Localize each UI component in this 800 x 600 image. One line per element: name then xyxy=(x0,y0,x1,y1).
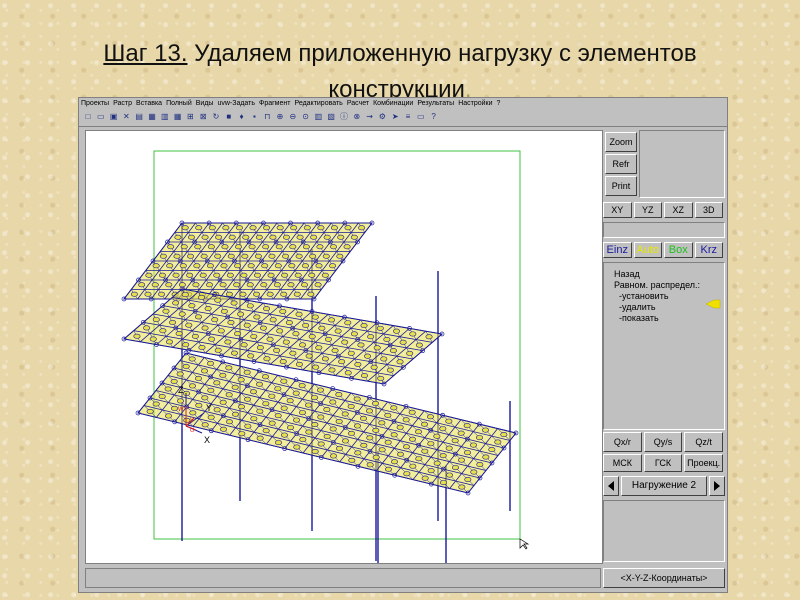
table-icon[interactable]: ▥ xyxy=(313,112,323,122)
arrow-left-icon xyxy=(608,481,614,491)
frame-icon[interactable]: ⊓ xyxy=(262,112,272,122)
zoom-in-icon[interactable]: ⊕ xyxy=(275,112,285,122)
load-icon[interactable]: ⇝ xyxy=(365,112,375,122)
stop-icon[interactable]: ⊗ xyxy=(352,112,362,122)
zoom-button[interactable]: Zoom xyxy=(605,132,637,152)
coord-button-проекц[interactable]: Проекц. xyxy=(684,454,723,472)
model-viewport[interactable]: Z Y X W V U xyxy=(85,130,603,600)
coord-button-мск[interactable]: МСК xyxy=(603,454,642,472)
view-button-3d[interactable]: 3D xyxy=(694,202,723,218)
top-slab xyxy=(121,220,375,302)
prev-load-button[interactable] xyxy=(603,476,619,496)
preview-panel xyxy=(639,130,725,198)
menu-item[interactable]: ? xyxy=(495,98,503,110)
blank-panel-1 xyxy=(603,222,725,238)
coord-button-гск[interactable]: ГСК xyxy=(643,454,683,472)
menu-item[interactable]: Вставка xyxy=(134,98,164,110)
y-axis-label: Y xyxy=(206,403,212,413)
menu-item[interactable]: Проекты xyxy=(79,98,111,110)
zoom-all-icon[interactable]: ⊙ xyxy=(301,112,311,122)
menu-item[interactable]: Виды xyxy=(194,98,216,110)
u-axis-label: U xyxy=(190,428,194,434)
layers-icon[interactable]: ▭ xyxy=(416,112,426,122)
load-case-field[interactable]: Нагружение 2 xyxy=(621,476,707,496)
arrow-icon[interactable]: ➤ xyxy=(390,112,400,122)
command-menu-item[interactable]: -показать xyxy=(614,313,724,324)
force-button-qys[interactable]: Qy/s xyxy=(643,432,683,452)
mode-button-auto[interactable]: Auto xyxy=(633,242,662,258)
toolbar: □ ▭ ▣ ✕ ▤ ▦ ▥ ▦ ⊞ ⊠ ↻ ■ ♦ ▪ ⊓ ⊕ ⊖ ⊙ ▥ ▧ ⓘ ⊗ ⇝ ⚙ ➤ ≡ ▭? xyxy=(79,110,727,127)
menu-item[interactable]: Настройки xyxy=(456,98,494,110)
select-icon[interactable]: ⊞ xyxy=(185,112,195,122)
force-button-qxr[interactable]: Qx/r xyxy=(603,432,642,452)
grid-icon[interactable]: ▦ xyxy=(173,112,183,122)
new-icon[interactable]: □ xyxy=(83,112,93,122)
menu-item[interactable]: Растр xyxy=(111,98,134,110)
force-button-qzt[interactable]: Qz/t xyxy=(684,432,723,452)
color-icon[interactable]: ■ xyxy=(224,112,234,122)
w-axis-label: W xyxy=(178,407,184,413)
title-text: Удаляем приложенную нагрузку с элементов… xyxy=(194,40,697,103)
command-menu-panel: Назад Равном. распредел.: -установить -уд… xyxy=(603,262,725,430)
zoom-out-icon[interactable]: ⊖ xyxy=(288,112,298,122)
mode-button-box[interactable]: Box xyxy=(664,242,693,258)
graph-icon[interactable]: ▧ xyxy=(326,112,336,122)
app-window: Проекты Растр Вставка Полный Виды uvw-Задать Ф… xyxy=(78,97,728,600)
menu-item[interactable]: Результаты xyxy=(415,98,456,110)
command-menu-list: Назад Равном. распредел.: -установить -уд… xyxy=(604,263,724,324)
paste-icon[interactable]: ▦ xyxy=(147,112,157,122)
measure-icon[interactable]: ⊠ xyxy=(198,112,208,122)
align-icon[interactable]: ≡ xyxy=(403,112,413,122)
info-icon[interactable]: ⓘ xyxy=(339,112,349,122)
menu-item[interactable]: Полный xyxy=(164,98,194,110)
save-icon[interactable]: ▣ xyxy=(109,112,119,122)
view-button-xy[interactable]: XY xyxy=(603,202,632,218)
x-axis-label: X xyxy=(204,435,210,445)
status-bar xyxy=(85,568,601,588)
print-icon[interactable]: ▥ xyxy=(160,112,170,122)
menu-item[interactable]: Расчет xyxy=(345,98,371,110)
view-button-xz[interactable]: XZ xyxy=(664,202,693,218)
refr-button[interactable]: Refr xyxy=(605,154,637,174)
copy-icon[interactable]: ▤ xyxy=(134,112,144,122)
mode-button-krz[interactable]: Krz xyxy=(694,242,723,258)
cut-icon[interactable]: ✕ xyxy=(121,112,131,122)
menu-item[interactable]: Редактировать xyxy=(292,98,344,110)
arrow-right-icon xyxy=(714,481,720,491)
help-icon[interactable]: ? xyxy=(429,112,439,122)
print-button[interactable]: Print xyxy=(605,176,637,196)
menu-item[interactable]: uvw-Задать xyxy=(215,98,257,110)
menu-item[interactable]: Фрагмент xyxy=(257,98,292,110)
settings-icon[interactable]: ⚙ xyxy=(377,112,387,122)
info-panel xyxy=(603,500,725,562)
right-control-panel: Zoom Refr Print Назад Равном. распредел.:… xyxy=(603,130,727,592)
command-menu-item[interactable]: Равном. распредел.: xyxy=(614,280,724,291)
middle-slab xyxy=(121,286,445,387)
z-axis-label: Z xyxy=(178,385,184,395)
view-button-yz[interactable]: YZ xyxy=(633,202,662,218)
open-icon[interactable]: ▭ xyxy=(96,112,106,122)
next-load-button[interactable] xyxy=(709,476,725,496)
mode-button-einz[interactable]: Einz xyxy=(603,242,632,258)
coordinates-field[interactable]: <X-Y-Z-Координаты> xyxy=(603,568,725,588)
pointer-arrow-icon xyxy=(705,299,721,309)
light-icon[interactable]: ♦ xyxy=(237,112,247,122)
structure-3d-view: Z Y X W V U xyxy=(121,150,530,600)
rotate-icon[interactable]: ↻ xyxy=(211,112,221,122)
v-axis-label: V xyxy=(190,418,194,424)
menu-bar: Проекты Растр Вставка Полный Виды uvw-Задать Ф… xyxy=(79,98,727,110)
node-icon[interactable]: ▪ xyxy=(249,112,259,122)
command-menu-item[interactable]: Назад xyxy=(614,269,724,280)
step-label: Шаг 13. xyxy=(103,40,188,67)
mouse-cursor-icon xyxy=(519,538,530,550)
menu-item[interactable]: Комбинации xyxy=(371,98,415,110)
